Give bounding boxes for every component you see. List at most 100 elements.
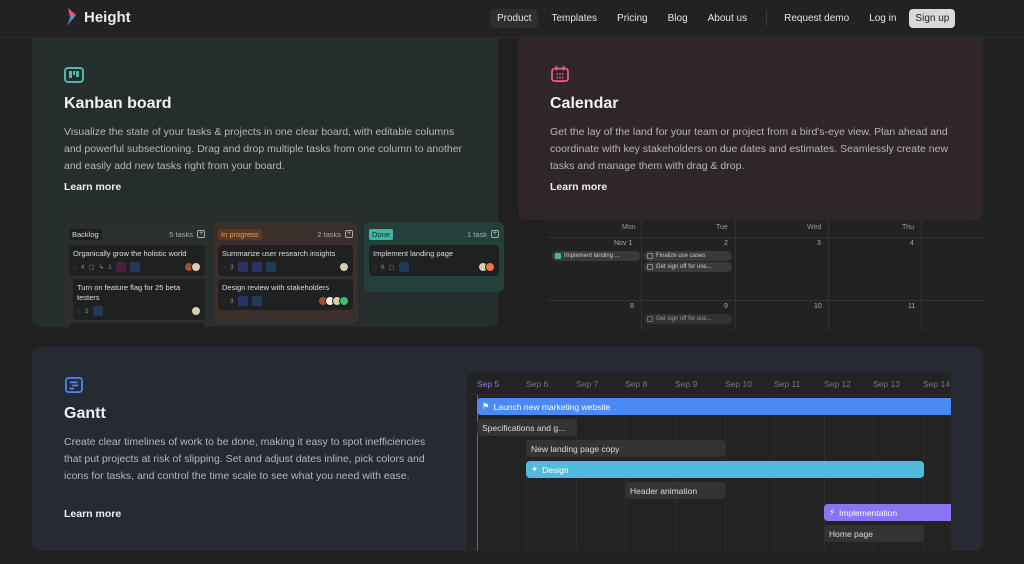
link-count: 1: [108, 263, 112, 271]
gantt-bar[interactable]: Home page: [824, 525, 924, 542]
nav-templates[interactable]: Templates: [544, 9, 604, 28]
calendar-event[interactable]: Implement landing ...: [552, 251, 640, 261]
gantt-bar[interactable]: ✦ Design: [526, 461, 924, 478]
gantt-learn-more-link[interactable]: Learn more: [64, 508, 121, 520]
gantt-timeline-header: Sep 5 Sep 6 Sep 7 Sep 8 Sep 9 Sep 10 Sep…: [467, 373, 951, 395]
date-label: Sep 6: [526, 379, 549, 389]
kanban-icon: [64, 67, 84, 83]
nav-pricing[interactable]: Pricing: [610, 9, 655, 28]
column-label: In progress: [218, 228, 262, 240]
gantt-bar[interactable]: New landing page copy: [526, 440, 725, 457]
gantt-bar[interactable]: ⚑ Launch new marketing website: [477, 398, 951, 415]
tag-chip: [251, 262, 262, 272]
task-card[interactable]: Design review with stakeholders ◌ 3: [218, 279, 353, 310]
bar-label: Design: [542, 464, 569, 475]
task-title: Summarize user research insights: [222, 249, 336, 258]
checkbox-checked-icon[interactable]: [555, 253, 561, 259]
grid-line: [548, 300, 984, 301]
status-chip: [251, 296, 262, 306]
tag-chip: [237, 262, 248, 272]
add-task-icon[interactable]: +: [197, 230, 205, 238]
day-number: Nov 1: [614, 240, 633, 247]
avatar: [339, 262, 349, 272]
day-number: 8: [630, 303, 634, 310]
day-header: Wed: [807, 224, 822, 231]
status-chip: [265, 262, 276, 272]
calendar-event[interactable]: Get sign off for use...: [644, 314, 732, 324]
date-label: Sep 11: [774, 379, 801, 389]
signup-button[interactable]: Sign up: [909, 8, 956, 28]
nav-blog[interactable]: Blog: [661, 9, 695, 28]
nav-product[interactable]: Product: [490, 8, 539, 28]
gantt-bar[interactable]: Header animation: [625, 482, 725, 499]
comment-icon: ◌: [77, 307, 81, 315]
gantt-description: Create clear timelines of work to be don…: [64, 436, 426, 482]
task-card[interactable]: Implement landing page ◌ 6 ▢: [369, 245, 499, 276]
bar-label: Specifications and g...: [482, 422, 566, 433]
tag-chip: [115, 262, 126, 272]
kanban-column-backlog: Backlog 5 tasks + Organically grow the ho…: [64, 222, 210, 341]
brand-logo[interactable]: Height: [64, 8, 131, 26]
tag-chip: [237, 296, 248, 306]
comment-icon: ◌: [222, 263, 226, 271]
add-task-icon[interactable]: +: [345, 230, 353, 238]
date-label: Sep 5: [477, 379, 500, 389]
comment-count: 3: [229, 263, 234, 271]
date-label: Sep 12: [824, 379, 851, 389]
comment-icon: ◌: [73, 263, 77, 271]
checkbox-icon[interactable]: [647, 316, 653, 322]
doc-icon: ▢: [388, 264, 395, 271]
flag-icon: ⚑: [482, 401, 490, 411]
grid-line: [548, 237, 984, 238]
calendar-title: Calendar: [550, 95, 619, 112]
gantt-title: Gantt: [64, 405, 106, 422]
checkbox-icon[interactable]: [647, 253, 653, 259]
day-header: Thu: [902, 224, 915, 231]
login-link[interactable]: Log in: [862, 9, 903, 28]
today-marker: [477, 395, 478, 551]
bar-label: New landing page copy: [531, 443, 620, 454]
doc-icon: ▢: [88, 264, 95, 271]
kanban-description: Visualize the state of your tasks & proj…: [64, 126, 463, 172]
calendar-learn-more-link[interactable]: Learn more: [550, 181, 607, 193]
bar-label: Header animation: [630, 485, 698, 496]
task-title: Design review with stakeholders: [222, 283, 330, 292]
event-label: Get sign off for use...: [656, 264, 712, 270]
task-count: 5 tasks: [169, 229, 193, 239]
event-label: Implement landing ...: [564, 253, 620, 259]
calendar-event[interactable]: Get sign off for use...: [644, 262, 732, 272]
kanban-column-done: Done 1 task + Implement landing page ◌ 6 ▢: [364, 222, 504, 292]
task-title: Organically grow the holistic world: [73, 249, 187, 258]
kanban-learn-more-link[interactable]: Learn more: [64, 181, 121, 193]
date-label: Sep 13: [873, 379, 900, 389]
gantt-bar[interactable]: Specifications and g...: [477, 419, 577, 436]
avatar: [485, 262, 495, 272]
event-label: Finalize use cases: [656, 253, 706, 259]
calendar-event[interactable]: Finalize use cases: [644, 251, 732, 261]
add-task-icon[interactable]: +: [491, 230, 499, 238]
avatar: [191, 262, 201, 272]
day-number: 3: [817, 240, 821, 247]
gantt-bar[interactable]: ⚡ Implementation: [824, 504, 951, 521]
calendar-description: Get the lay of the land for your team or…: [550, 126, 949, 172]
task-card[interactable]: Turn on feature flag for 25 beta testers…: [73, 279, 205, 320]
comment-count: 3: [229, 297, 234, 305]
day-header: Tue: [716, 224, 728, 231]
nav-about[interactable]: About us: [701, 9, 754, 28]
comment-count: 4: [80, 263, 85, 271]
task-card[interactable]: Organically grow the holistic world ◌ 4 ▢ ↳…: [69, 245, 205, 276]
day-number: 2: [724, 240, 728, 247]
kanban-title: Kanban board: [64, 95, 172, 112]
day-header: Mon: [622, 224, 636, 231]
day-number: 9: [724, 303, 728, 310]
bar-label: Implementation: [838, 507, 898, 518]
date-label: Sep 8: [625, 379, 648, 389]
comment-count: 5: [84, 307, 89, 315]
bar-label: Launch new marketing website: [493, 401, 611, 412]
request-demo-link[interactable]: Request demo: [777, 9, 856, 28]
task-card[interactable]: Summarize user research insights ◌ 3: [218, 245, 353, 276]
task-count: 2 tasks: [317, 229, 341, 239]
checkbox-icon[interactable]: [647, 264, 653, 270]
status-chip: [129, 262, 140, 272]
sparkle-icon: ✦: [531, 464, 539, 474]
